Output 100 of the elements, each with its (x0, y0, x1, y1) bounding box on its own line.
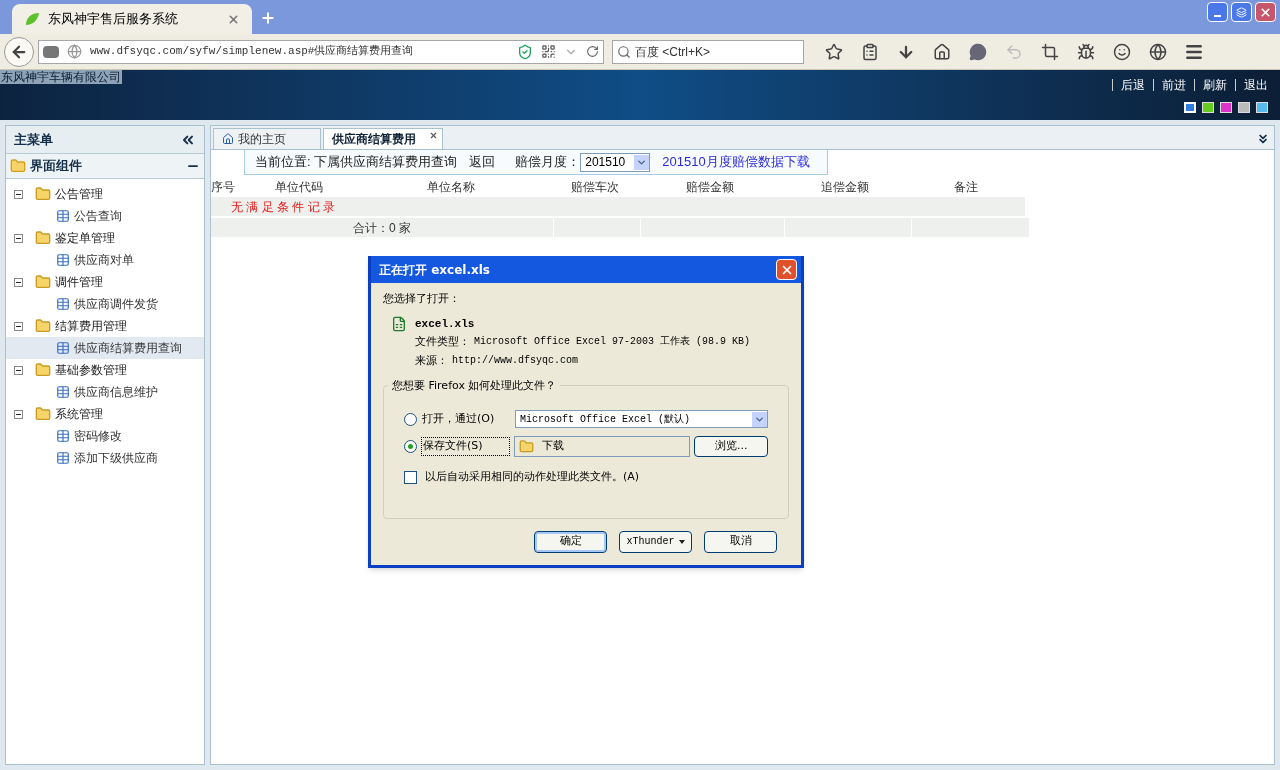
back-button[interactable] (4, 36, 34, 67)
address-field[interactable]: www.dfsyqc.com/syfw/simplenew.asp#供应商结算费用查询 (38, 39, 604, 64)
section-title: 界面组件 (30, 157, 82, 176)
table-icon (56, 385, 70, 399)
search-icon (617, 44, 631, 59)
folder-field: 下载 (514, 436, 691, 457)
tree-item[interactable]: 供应商调件发货 (6, 293, 204, 315)
tree-group[interactable]: 系统管理 (55, 405, 103, 423)
column-header: 单位名称 (427, 179, 476, 196)
table-icon (56, 451, 70, 465)
folder-icon (35, 362, 51, 378)
close-button[interactable] (1255, 2, 1276, 22)
folder-icon (35, 318, 51, 334)
table-icon (56, 297, 70, 311)
close-button[interactable] (776, 259, 797, 280)
page-tab[interactable]: 供应商结算费用 (323, 128, 443, 149)
close-icon[interactable] (227, 12, 240, 26)
section-header[interactable]: 界面组件 (6, 154, 204, 179)
tree-group[interactable]: 鉴定单管理 (55, 229, 115, 247)
browse-button[interactable]: 浏览... (694, 436, 768, 457)
theme-swatch[interactable] (1256, 102, 1268, 113)
expand-toggle[interactable] (14, 365, 23, 375)
sidebar-title: 主菜单 (14, 130, 53, 149)
shield-icon (517, 43, 533, 60)
page-tab[interactable]: 我的主页 (213, 128, 321, 149)
radio-button[interactable] (404, 412, 417, 426)
menu-button[interactable]: xThunder (619, 530, 692, 553)
close-icon[interactable] (429, 131, 438, 140)
nav-link[interactable]: 退出 (1244, 76, 1268, 94)
column-header: 赔偿车次 (571, 179, 620, 196)
file-type-label: 文件类型： (415, 334, 470, 350)
application-select[interactable]: Microsoft Office Excel (默认) (515, 410, 768, 428)
panel-icon (43, 45, 59, 58)
tree-item[interactable]: 供应商对单 (6, 249, 204, 271)
tabs-menu-icon[interactable] (1256, 132, 1270, 146)
restore-button[interactable] (1231, 2, 1252, 22)
column-header: 序号 (211, 179, 236, 196)
expand-toggle[interactable] (14, 321, 23, 331)
tree-item[interactable]: 密码修改 (6, 425, 204, 447)
table-icon (56, 209, 70, 223)
total-cell: 合计：0 家 (211, 218, 553, 237)
qr-code-icon[interactable] (541, 44, 556, 59)
folder-icon (35, 406, 51, 422)
location-text: 当前位置: 下属供应商结算费用查询 (255, 153, 458, 172)
checkbox-label[interactable]: 以后自动采用相同的动作处理此类文件。(A) (425, 469, 640, 486)
column-header: 单位代码 (275, 179, 324, 196)
nav-link[interactable]: 刷新 (1203, 76, 1227, 94)
nav-link[interactable]: 后退 (1121, 76, 1145, 94)
folder-icon (35, 230, 51, 246)
radio-label[interactable]: 保存文件(S) (420, 437, 511, 456)
expand-toggle[interactable] (14, 409, 23, 419)
spreadsheet-icon (391, 315, 407, 332)
caret-icon (678, 539, 685, 544)
theme-swatch[interactable] (1220, 102, 1232, 113)
tree-group[interactable]: 基础参数管理 (55, 361, 127, 379)
tree-item[interactable]: 公告查询 (6, 205, 204, 227)
column-header: 赔偿金额 (686, 179, 735, 196)
reload-icon[interactable] (586, 45, 599, 58)
tree-group[interactable]: 结算费用管理 (55, 317, 127, 335)
minimize-button[interactable] (1207, 2, 1228, 22)
tree-group[interactable]: 调件管理 (55, 273, 103, 291)
folder-icon (519, 439, 535, 454)
tree-item[interactable]: 供应商结算费用查询 (6, 337, 204, 359)
radio-button[interactable] (404, 440, 417, 453)
dialog-button[interactable]: 确定 (534, 530, 607, 553)
nav-link[interactable]: 前进 (1162, 76, 1186, 94)
browser-tab[interactable]: 东风神宇售后服务系统 (12, 4, 252, 34)
table-icon (56, 429, 70, 443)
dialog-title: 正在打开 excel.xls (379, 261, 490, 279)
checkbox[interactable] (404, 470, 417, 484)
empty-message: 无 满 足 条 件 记 录 (231, 198, 335, 216)
expand-toggle[interactable] (14, 189, 23, 199)
leaf-icon (24, 11, 40, 27)
tree-group[interactable]: 公告管理 (55, 185, 103, 203)
theme-swatch[interactable] (1238, 102, 1250, 113)
search-field[interactable]: 百度 <Ctrl+K> (612, 39, 804, 64)
tree-item[interactable]: 供应商信息维护 (6, 381, 204, 403)
file-type: Microsoft Office Excel 97-2003 工作表 (98.9 KB) (474, 335, 751, 349)
column-header: 备注 (954, 179, 979, 196)
globe-icon (67, 44, 82, 59)
expand-toggle[interactable] (14, 277, 23, 287)
theme-swatch[interactable] (1202, 102, 1214, 113)
expand-toggle[interactable] (14, 233, 23, 243)
download-link[interactable]: 201510月度赔偿数据下载 (662, 152, 810, 172)
close-icon (1259, 5, 1272, 19)
source-url: http://www.dfsyqc.com (452, 353, 579, 368)
dialog-button[interactable]: 取消 (704, 530, 777, 553)
folder-icon (35, 186, 51, 202)
new-tab-icon[interactable] (260, 10, 276, 26)
column-header: 追偿金额 (821, 179, 870, 196)
table-icon (56, 341, 70, 355)
month-label: 赔偿月度： (515, 153, 581, 172)
back-link[interactable]: 返回 (469, 152, 496, 172)
radio-label[interactable]: 打开，通过(O) (421, 410, 511, 428)
folder-icon (35, 274, 51, 290)
folder-icon (10, 158, 26, 174)
intro-text: 您选择了打开： (383, 291, 461, 307)
month-select[interactable]: 201510 (580, 152, 651, 172)
tree-item[interactable]: 添加下级供应商 (6, 447, 204, 469)
tab-title: 东风神宇售后服务系统 (48, 10, 179, 29)
